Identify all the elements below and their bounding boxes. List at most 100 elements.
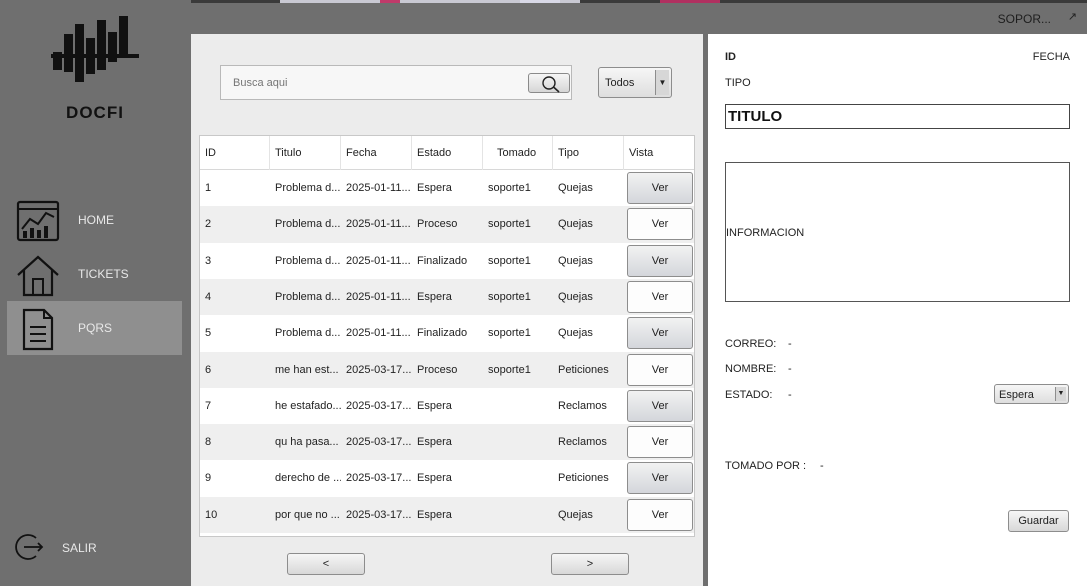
cell-fecha: 2025-03-17... xyxy=(346,508,412,521)
search-input[interactable] xyxy=(225,70,515,96)
informacion-textarea[interactable]: INFORMACION xyxy=(725,162,1070,302)
house-icon xyxy=(17,255,59,297)
cell-id: 5 xyxy=(205,327,212,340)
cell-fecha: 2025-03-17... xyxy=(346,399,412,412)
column-header-tipo: Tipo xyxy=(553,136,624,170)
cell-estado: Espera xyxy=(417,472,452,485)
table-row[interactable]: 4 Problema d... 2025-01-11... Espera soporte… xyxy=(200,278,694,316)
dashboard-chart-icon xyxy=(16,200,60,242)
table-row[interactable]: 3 Problema d... 2025-01-11... Finalizado sop… xyxy=(200,243,694,279)
table-row[interactable]: 10 por que no ... 2025-03-17... Espera Queja… xyxy=(200,496,694,533)
cell-titulo: Problema d... xyxy=(275,290,341,303)
logo-text: DOCFI xyxy=(66,103,124,122)
cell-id: 4 xyxy=(205,290,212,303)
id-label: ID xyxy=(725,51,736,63)
cell-tipo: Reclamos xyxy=(558,399,607,412)
cell-titulo: me han est... xyxy=(275,363,339,376)
cell-fecha: 2025-01-11... xyxy=(346,254,411,267)
cell-id: 8 xyxy=(205,436,212,449)
cell-titulo: Problema d... xyxy=(275,182,341,194)
tomado-label: TOMADO POR : xyxy=(725,460,807,472)
view-button[interactable]: Ver xyxy=(627,462,693,495)
cell-estado: Proceso xyxy=(417,218,458,231)
correo-value: - xyxy=(788,338,792,350)
estado-value: - xyxy=(788,389,792,401)
cell-titulo: Problema d... xyxy=(275,327,341,340)
view-button[interactable]: Ver xyxy=(627,172,693,204)
cell-estado: Finalizado xyxy=(417,254,468,267)
cell-id: 6 xyxy=(205,363,212,376)
view-button[interactable]: Ver xyxy=(627,426,693,459)
docfi-logo: DOCFI xyxy=(50,14,140,124)
tipo-label: TIPO xyxy=(725,77,751,89)
cell-tipo: Quejas xyxy=(558,254,593,267)
cell-tomado xyxy=(483,424,553,460)
informacion-text: INFORMACION xyxy=(726,227,805,239)
cell-fecha: 2025-01-11... xyxy=(346,218,411,231)
cell-tipo: Peticiones xyxy=(558,472,609,485)
chevron-down-icon: ▼ xyxy=(1055,387,1066,401)
column-header-id: ID xyxy=(200,136,270,170)
view-button[interactable]: Ver xyxy=(627,498,693,531)
table-row[interactable]: 8 qu ha pasa... 2025-03-17... Espera Reclamo… xyxy=(200,424,694,461)
cell-tipo: Quejas xyxy=(558,508,593,521)
cell-estado: Finalizado xyxy=(417,327,468,340)
cell-tomado: soporte1 xyxy=(488,327,531,340)
cell-fecha: 2025-01-11... xyxy=(346,327,411,340)
search-icon xyxy=(542,76,560,93)
cell-titulo: he estafado... xyxy=(275,399,341,412)
cell-tipo: Reclamos xyxy=(558,436,607,449)
sidebar-item-pqrs[interactable]: PQRS xyxy=(7,301,182,355)
sidebar: DOCFI HOME TICKETS PQRS SALIR xyxy=(0,0,191,586)
column-header-titulo: Titulo xyxy=(270,136,341,170)
cell-estado: Espera xyxy=(417,399,452,412)
cell-tomado xyxy=(483,388,553,424)
table-row[interactable]: 7 he estafado... 2025-03-17... Espera Reclam… xyxy=(200,388,694,424)
minimize-icon[interactable]: ↗ xyxy=(1068,10,1077,23)
cell-id: 1 xyxy=(205,182,212,194)
correo-label: CORREO: xyxy=(725,338,777,350)
sidebar-item-tickets[interactable]: TICKETS xyxy=(7,247,182,301)
user-label: SOPOR... xyxy=(997,12,1051,26)
nombre-value: - xyxy=(788,363,792,375)
cell-estado: Espera xyxy=(417,182,452,194)
estado-select[interactable]: Espera ▼ xyxy=(994,384,1069,404)
table-row[interactable]: 5 Problema d... 2025-01-11... Finalizado sop… xyxy=(200,315,694,351)
cell-tomado: soporte1 xyxy=(488,290,531,303)
logout-button[interactable]: SALIR xyxy=(14,530,164,564)
prev-page-button[interactable]: < xyxy=(287,553,365,575)
cell-fecha: 2025-03-17... xyxy=(346,436,412,449)
type-filter-select[interactable]: Todos ▼ xyxy=(598,67,672,98)
view-button[interactable]: Ver xyxy=(627,317,693,350)
tomado-value: - xyxy=(820,460,824,472)
cell-fecha: 2025-01-11... xyxy=(346,290,411,303)
fecha-label: FECHA xyxy=(1032,51,1070,63)
next-page-button[interactable]: > xyxy=(551,553,629,575)
ticket-detail-panel: ID FECHA TIPO TITULO INFORMACION CORREO:… xyxy=(708,34,1087,586)
table-row[interactable]: 9 derecho de ... 2025-03-17... Espera Petici… xyxy=(200,460,694,496)
view-button[interactable]: Ver xyxy=(627,389,693,422)
cell-estado: Proceso xyxy=(417,363,458,376)
table-row[interactable]: 2 Problema d... 2025-01-11... Proceso soport… xyxy=(200,206,694,243)
titulo-field[interactable]: TITULO xyxy=(725,104,1070,129)
view-button[interactable]: Ver xyxy=(627,280,693,313)
chevron-down-icon: ▼ xyxy=(655,70,669,95)
cell-tipo: Peticiones xyxy=(558,363,609,376)
view-button[interactable]: Ver xyxy=(627,353,693,386)
cell-fecha: 2025-01-11... xyxy=(346,182,411,194)
table-row[interactable]: 6 me han est... 2025-03-17... Proceso soport… xyxy=(200,351,694,388)
filter-value: Todos xyxy=(605,77,635,89)
sidebar-item-home[interactable]: HOME xyxy=(7,193,182,247)
cell-tipo: Quejas xyxy=(558,290,593,303)
save-button[interactable]: Guardar xyxy=(1008,510,1069,532)
view-button[interactable]: Ver xyxy=(627,208,693,241)
column-header-fecha: Fecha xyxy=(341,136,412,170)
view-button[interactable]: Ver xyxy=(627,244,693,277)
column-header-tomado: Tomado xyxy=(483,136,553,170)
cell-titulo: Problema d... xyxy=(275,218,341,231)
cell-tomado xyxy=(483,460,553,496)
search-button[interactable] xyxy=(528,73,570,93)
logout-label: SALIR xyxy=(62,541,97,555)
table-row[interactable]: 1 Problema d... 2025-01-11... Espera soporte… xyxy=(200,170,694,206)
cell-id: 7 xyxy=(205,399,212,412)
